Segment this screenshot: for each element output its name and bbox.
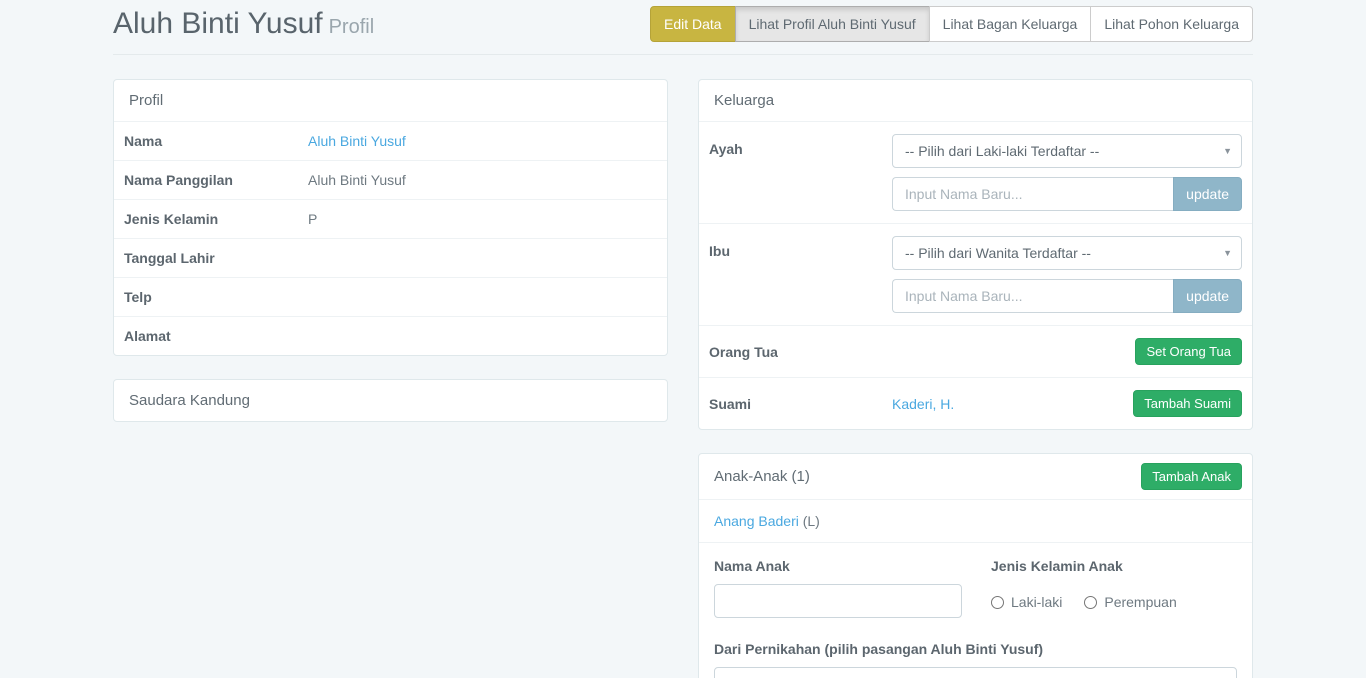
dari-pernikahan-label: Dari Pernikahan (pilih pasangan Aluh Bin… bbox=[714, 641, 1237, 657]
left-column: Profil Nama Aluh Binti Yusuf Nama Panggi… bbox=[113, 79, 668, 445]
row-label: Tanggal Lahir bbox=[124, 250, 308, 266]
child-name-link[interactable]: Anang Baderi bbox=[714, 513, 799, 529]
table-row-telp: Telp bbox=[114, 277, 667, 316]
row-label: Jenis Kelamin bbox=[124, 211, 308, 227]
suami-link[interactable]: Kaderi, H. bbox=[892, 396, 954, 412]
nama-anak-input[interactable] bbox=[714, 584, 962, 618]
radio-option-perempuan[interactable]: Perempuan bbox=[1084, 594, 1176, 610]
child-gender: (L) bbox=[803, 513, 820, 529]
table-row-nama: Nama Aluh Binti Yusuf bbox=[114, 121, 667, 160]
anak-anak-panel: Anak-Anak (1) Tambah Anak Anang Baderi (… bbox=[698, 453, 1253, 678]
table-row-nama-panggilan: Nama Panggilan Aluh Binti Yusuf bbox=[114, 160, 667, 199]
ibu-label: Ibu bbox=[709, 236, 892, 313]
tambah-anak-form: Nama Anak Jenis Kelamin Anak Laki-laki bbox=[699, 542, 1252, 678]
table-row-tanggal-lahir: Tanggal Lahir bbox=[114, 238, 667, 277]
suami-row: Suami Kaderi, H. Tambah Suami bbox=[699, 377, 1252, 429]
person-name: Aluh Binti Yusuf bbox=[113, 7, 323, 40]
page-subtitle: Profil bbox=[329, 16, 375, 38]
ibu-select[interactable]: -- Pilih dari Wanita Terdaftar -- bbox=[892, 236, 1242, 270]
row-label: Alamat bbox=[124, 328, 308, 344]
tambah-suami-button[interactable]: Tambah Suami bbox=[1133, 390, 1242, 417]
ayah-row: Ayah -- Pilih dari Laki-laki Terdaftar -… bbox=[699, 121, 1252, 223]
profil-panel-title: Profil bbox=[114, 80, 667, 121]
page-header: Aluh Binti Yusuf Profil Edit Data Lihat P… bbox=[113, 6, 1253, 55]
saudara-kandung-panel-title: Saudara Kandung bbox=[114, 380, 667, 421]
tambah-anak-header-button[interactable]: Tambah Anak bbox=[1141, 463, 1242, 490]
ibu-nama-baru-input[interactable] bbox=[892, 279, 1173, 313]
set-orang-tua-button[interactable]: Set Orang Tua bbox=[1135, 338, 1242, 365]
lihat-pohon-keluarga-button[interactable]: Lihat Pohon Keluarga bbox=[1090, 6, 1253, 42]
keluarga-panel-title: Keluarga bbox=[699, 80, 1252, 121]
jenis-kelamin-anak-label: Jenis Kelamin Anak bbox=[991, 558, 1237, 574]
right-column: Keluarga Ayah -- Pilih dari Laki-laki Te… bbox=[698, 79, 1253, 678]
saudara-kandung-panel: Saudara Kandung bbox=[113, 379, 668, 422]
ibu-row: Ibu -- Pilih dari Wanita Terdaftar -- ▼ … bbox=[699, 223, 1252, 325]
lihat-profil-button[interactable]: Lihat Profil Aluh Binti Yusuf bbox=[735, 6, 930, 42]
dari-pernikahan-select[interactable]: Aluh Binti Yusuf & Kaderi, H. bbox=[714, 667, 1237, 678]
radio-option-laki-laki[interactable]: Laki-laki bbox=[991, 594, 1062, 610]
orang-tua-row: Orang Tua Set Orang Tua bbox=[699, 325, 1252, 377]
row-label: Telp bbox=[124, 289, 308, 305]
ayah-update-button[interactable]: update bbox=[1173, 177, 1242, 211]
nama-anak-label: Nama Anak bbox=[714, 558, 991, 574]
laki-laki-radio[interactable] bbox=[991, 596, 1004, 609]
row-label: Nama bbox=[124, 133, 308, 149]
row-value: P bbox=[308, 211, 317, 227]
perempuan-radio[interactable] bbox=[1084, 596, 1097, 609]
ibu-update-button[interactable]: update bbox=[1173, 279, 1242, 313]
orang-tua-label: Orang Tua bbox=[709, 344, 892, 360]
row-value: Aluh Binti Yusuf bbox=[308, 172, 406, 188]
edit-data-button[interactable]: Edit Data bbox=[650, 6, 736, 42]
profil-panel: Profil Nama Aluh Binti Yusuf Nama Panggi… bbox=[113, 79, 668, 356]
ayah-nama-baru-input[interactable] bbox=[892, 177, 1173, 211]
row-label: Nama Panggilan bbox=[124, 172, 308, 188]
anak-anak-panel-header: Anak-Anak (1) Tambah Anak bbox=[699, 454, 1252, 499]
jenis-kelamin-radio-group: Laki-laki Perempuan bbox=[991, 594, 1237, 610]
suami-label: Suami bbox=[709, 396, 892, 412]
header-button-group: Edit Data Lihat Profil Aluh Binti Yusuf … bbox=[650, 6, 1253, 42]
table-row-jenis-kelamin: Jenis Kelamin P bbox=[114, 199, 667, 238]
ayah-select[interactable]: -- Pilih dari Laki-laki Terdaftar -- bbox=[892, 134, 1242, 168]
page-container: Aluh Binti Yusuf Profil Edit Data Lihat P… bbox=[113, 0, 1253, 678]
perempuan-radio-label: Perempuan bbox=[1104, 594, 1176, 610]
ayah-label: Ayah bbox=[709, 134, 892, 211]
lihat-bagan-keluarga-button[interactable]: Lihat Bagan Keluarga bbox=[929, 6, 1092, 42]
laki-laki-radio-label: Laki-laki bbox=[1011, 594, 1062, 610]
anak-anak-panel-title: Anak-Anak (1) bbox=[714, 468, 810, 485]
nama-link[interactable]: Aluh Binti Yusuf bbox=[308, 133, 406, 149]
table-row-alamat: Alamat bbox=[114, 316, 667, 355]
child-list-item: Anang Baderi (L) bbox=[699, 499, 1252, 542]
page-title: Aluh Binti Yusuf Profil bbox=[113, 6, 374, 42]
keluarga-panel: Keluarga Ayah -- Pilih dari Laki-laki Te… bbox=[698, 79, 1253, 430]
